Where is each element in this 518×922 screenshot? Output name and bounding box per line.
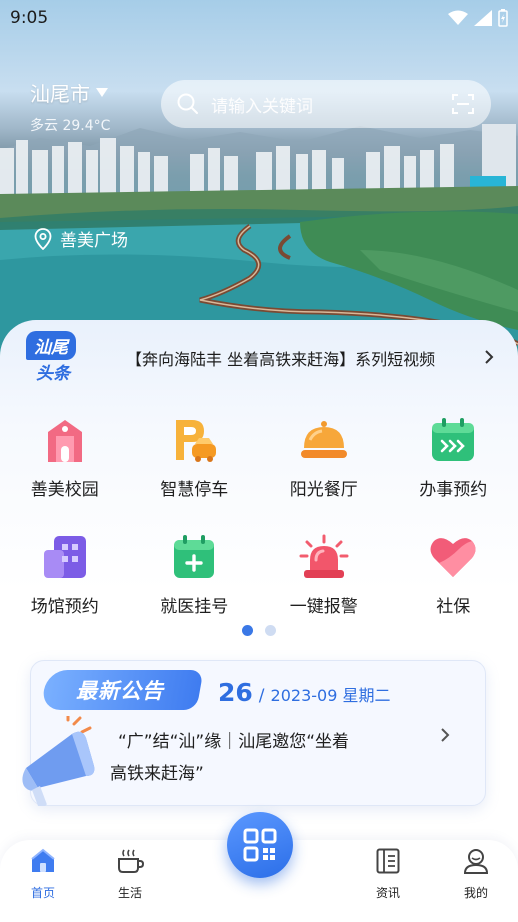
service-label: 智慧停车 bbox=[160, 480, 229, 500]
weather-condition: 多云 bbox=[30, 118, 58, 134]
heart-icon bbox=[428, 532, 478, 582]
service-label: 就医挂号 bbox=[160, 597, 229, 617]
service-label: 社保 bbox=[436, 597, 471, 617]
pager-dot-active[interactable] bbox=[242, 625, 253, 636]
alarm-icon bbox=[299, 532, 349, 582]
news-icon bbox=[376, 848, 400, 874]
service-venue[interactable]: 场馆预约 bbox=[0, 532, 130, 617]
pager-dots bbox=[0, 625, 518, 636]
status-bar: 9:05 bbox=[0, 0, 518, 36]
location-label: 善美广场 bbox=[60, 231, 128, 251]
service-label: 阳光餐厅 bbox=[289, 480, 358, 500]
service-social-security[interactable]: 社保 bbox=[389, 532, 518, 617]
wifi-icon bbox=[448, 10, 468, 25]
weather-info: 多云 29.4°C bbox=[30, 115, 110, 135]
nav-news[interactable]: 资讯 bbox=[358, 848, 418, 901]
service-restaurant[interactable]: 阳光餐厅 bbox=[259, 415, 389, 500]
qr-code-icon bbox=[243, 828, 277, 862]
service-campus[interactable]: 善美校园 bbox=[0, 415, 130, 500]
signal-icon bbox=[474, 10, 492, 26]
appointment-icon bbox=[428, 415, 478, 465]
date-separator: / bbox=[258, 686, 265, 706]
announcement-day: 26 bbox=[218, 678, 253, 707]
announcement-line-2: 高铁来赶海” bbox=[110, 764, 204, 784]
announcement-tag-text: 最新公告 bbox=[76, 679, 164, 703]
service-alarm[interactable]: 一键报警 bbox=[259, 532, 389, 617]
headline-badge: 汕尾 头条 bbox=[26, 331, 92, 385]
nav-label: 资讯 bbox=[375, 886, 400, 900]
search-icon bbox=[177, 93, 198, 114]
service-label: 场馆预约 bbox=[30, 597, 99, 617]
chevron-right-icon[interactable] bbox=[440, 724, 450, 748]
nav-label: 我的 bbox=[463, 886, 488, 900]
home-icon bbox=[31, 848, 55, 872]
service-parking[interactable]: 智慧停车 bbox=[130, 415, 260, 500]
news-ticker[interactable]: 汕尾 头条 【奔向海陆丰 坐着高铁来赶海】系列短视频 bbox=[0, 320, 518, 396]
service-label: 善美校园 bbox=[30, 480, 99, 500]
search-input[interactable]: 请输入关键词 bbox=[211, 92, 451, 117]
service-grid: 善美校园 智慧停车 阳光餐厅 办事预约 场馆预约 就医挂号 一键报警 社保 bbox=[0, 415, 518, 617]
ticker-headline[interactable]: 【奔向海陆丰 坐着高铁来赶海】系列短视频 bbox=[126, 346, 472, 370]
location-tag[interactable]: 善美广场 bbox=[34, 226, 128, 251]
caret-down-icon[interactable] bbox=[96, 87, 108, 98]
profile-icon bbox=[463, 849, 489, 874]
location-pin-icon bbox=[34, 227, 52, 250]
pager-dot[interactable] bbox=[265, 625, 276, 636]
chevron-right-icon[interactable] bbox=[472, 346, 494, 370]
medical-icon bbox=[169, 532, 219, 582]
battery-icon bbox=[498, 9, 508, 27]
nav-label: 生活 bbox=[117, 886, 142, 900]
announcement-text[interactable]: “广”结“汕”缘｜汕尾邀您“坐着 高铁来赶海” bbox=[110, 726, 420, 790]
qr-code-button[interactable] bbox=[227, 812, 293, 878]
service-label: 一键报警 bbox=[289, 597, 358, 617]
nav-label: 首页 bbox=[30, 886, 55, 900]
nav-home[interactable]: 首页 bbox=[13, 848, 73, 901]
megaphone-icon bbox=[22, 716, 95, 806]
announcement-date: 26 / 2023-09 星期二 bbox=[218, 678, 390, 707]
badge-top-text: 汕尾 bbox=[26, 331, 76, 360]
badge-bottom-text: 头条 bbox=[36, 364, 70, 384]
service-appointment[interactable]: 办事预约 bbox=[389, 415, 518, 500]
announcement-month: 2023-09 星期二 bbox=[270, 686, 391, 705]
parking-icon bbox=[169, 415, 219, 465]
service-label: 办事预约 bbox=[419, 480, 488, 500]
search-bar[interactable]: 请输入关键词 bbox=[161, 80, 491, 128]
city-weather[interactable]: 汕尾市 多云 29.4°C bbox=[30, 78, 110, 135]
city-name[interactable]: 汕尾市 bbox=[30, 78, 90, 107]
status-icons bbox=[448, 9, 508, 27]
cup-icon bbox=[118, 849, 144, 873]
service-medical[interactable]: 就医挂号 bbox=[130, 532, 260, 617]
status-time: 9:05 bbox=[10, 8, 49, 28]
venue-icon bbox=[40, 532, 90, 582]
nav-life[interactable]: 生活 bbox=[100, 848, 160, 901]
announcement-line-1: “广”结“汕”缘｜汕尾邀您“坐着 bbox=[118, 732, 350, 752]
campus-icon bbox=[40, 415, 90, 465]
temperature: 29.4°C bbox=[62, 118, 111, 134]
restaurant-icon bbox=[299, 415, 349, 465]
scan-icon[interactable] bbox=[451, 92, 475, 116]
nav-profile[interactable]: 我的 bbox=[446, 848, 506, 901]
